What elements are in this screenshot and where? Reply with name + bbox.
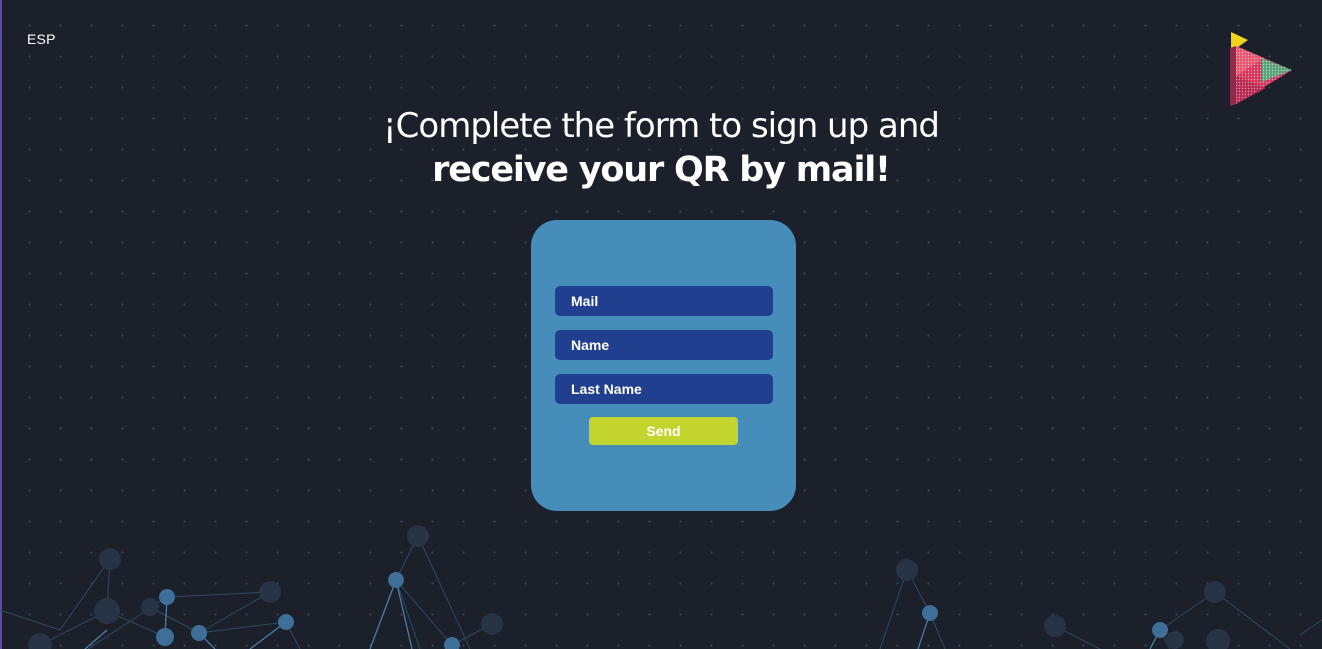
signup-form-card: Send: [531, 220, 796, 511]
page-headline: ¡Complete the form to sign up and receiv…: [0, 104, 1322, 192]
send-button[interactable]: Send: [589, 417, 738, 445]
name-input[interactable]: [555, 330, 773, 360]
language-toggle[interactable]: ESP: [27, 31, 56, 47]
left-edge-accent: [0, 0, 2, 649]
last-name-input[interactable]: [555, 374, 773, 404]
headline-line-2: receive your QR by mail!: [432, 150, 891, 190]
mail-input[interactable]: [555, 286, 773, 316]
headline-line-1: ¡Complete the form to sign up and: [383, 106, 940, 146]
logo-icon: [1230, 32, 1292, 106]
